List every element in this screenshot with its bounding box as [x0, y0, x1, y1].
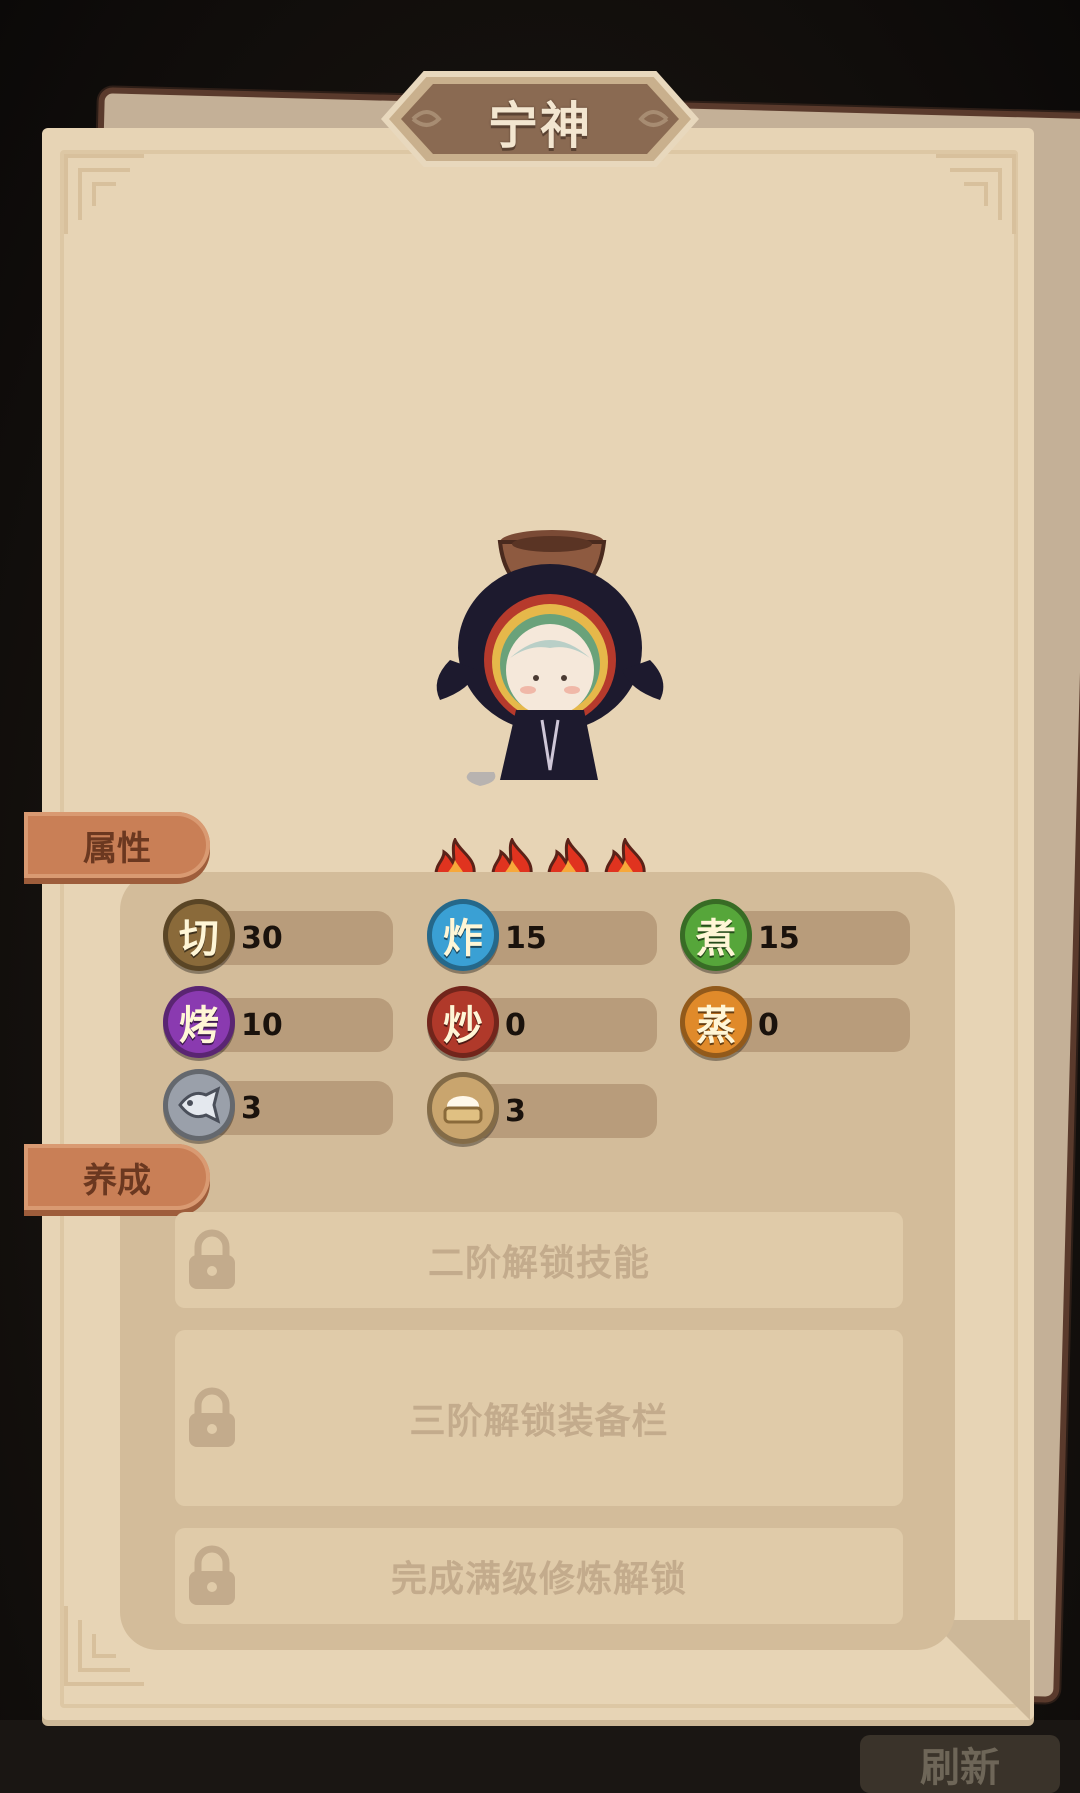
unlock-skill-row[interactable]: 二阶解锁技能 [175, 1212, 903, 1308]
stir-fry-icon: 炒 [427, 986, 499, 1058]
stat-value: 3 [241, 1090, 262, 1126]
boil-icon: 煮 [680, 899, 752, 971]
refresh-button: 刷新 [860, 1735, 1060, 1793]
roast-icon: 烤 [163, 986, 235, 1058]
steam-icon: 蒸 [680, 986, 752, 1058]
character-avatar [436, 530, 664, 786]
stat-value: 0 [758, 1007, 779, 1043]
tab-attributes[interactable]: 属性 [24, 812, 210, 878]
lock-icon [189, 1545, 235, 1605]
stat-value: 30 [241, 920, 283, 956]
fry-icon: 炸 [427, 899, 499, 971]
stat-value: 15 [505, 920, 547, 956]
stat-value: 3 [505, 1093, 526, 1129]
corner-ornament-icon [64, 154, 144, 234]
unlock-max-training-row[interactable]: 完成满级修炼解锁 [175, 1528, 903, 1624]
stat-value: 10 [241, 1007, 283, 1043]
unlock-equipment-row[interactable]: 三阶解锁装备栏 [175, 1330, 903, 1506]
unlock-skill-text: 二阶解锁技能 [427, 1243, 650, 1284]
stat-value: 15 [758, 920, 800, 956]
tab-training[interactable]: 养成 [24, 1144, 210, 1210]
lock-icon [189, 1387, 235, 1447]
cut-icon: 切 [163, 899, 235, 971]
bun-icon [427, 1072, 499, 1144]
unlock-equipment-text: 三阶解锁装备栏 [409, 1401, 669, 1442]
corner-ornament-icon [936, 154, 1016, 234]
unlock-max-training-text: 完成满级修炼解锁 [390, 1559, 687, 1600]
character-name: 宁神 [488, 97, 592, 155]
stat-value: 0 [505, 1007, 526, 1043]
fish-icon [163, 1069, 235, 1141]
lock-icon [189, 1229, 235, 1289]
